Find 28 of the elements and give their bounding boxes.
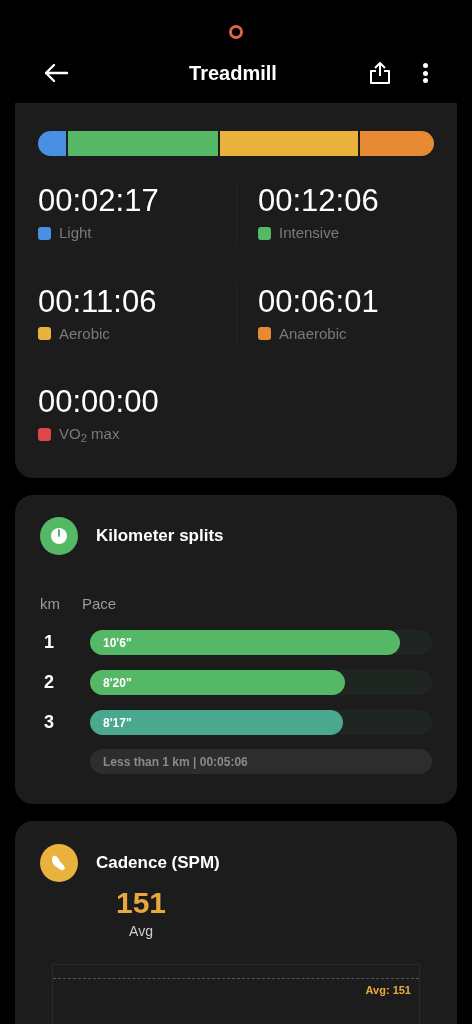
share-button[interactable] [368, 60, 392, 87]
zone-time: 00:00:00 [38, 385, 160, 419]
zone-time: 00:02:17 [38, 184, 160, 218]
zone-time: 00:11:06 [38, 284, 158, 319]
pace-bar: 10'6" [90, 630, 400, 655]
shoe-icon [40, 844, 78, 882]
zone-label: Aerobic [59, 323, 110, 344]
cadence-value-label: Avg [129, 922, 153, 941]
pace-bar: 8'17" [90, 710, 344, 735]
zone-label: Intensive [279, 223, 340, 243]
zone-label: VO$_{2}$ max [59, 424, 120, 446]
card-title: Cadence (SPM) [96, 852, 220, 875]
average-line-label: Avg: 151 [365, 983, 412, 998]
zone-label: Light [59, 223, 92, 243]
km-number: 2 [43, 671, 55, 694]
column-header: Pace [82, 593, 117, 614]
remaining-distance-label: Less than 1 km | 00:05:06 [90, 749, 432, 774]
stopwatch-icon [40, 516, 78, 555]
zone-label: Anaerobic [279, 323, 347, 344]
zone-time: 00:06:01 [258, 284, 380, 319]
zone-time: 00:12:06 [258, 184, 380, 218]
pace-bar: 8'20" [90, 670, 345, 695]
km-number: 1 [43, 631, 55, 654]
screen-title: Treadmill [188, 61, 278, 87]
km-number: 3 [43, 711, 55, 734]
column-header: km [40, 593, 61, 614]
cadence-value: 151 [115, 885, 167, 921]
card-title: Kilometer splits [96, 524, 224, 547]
